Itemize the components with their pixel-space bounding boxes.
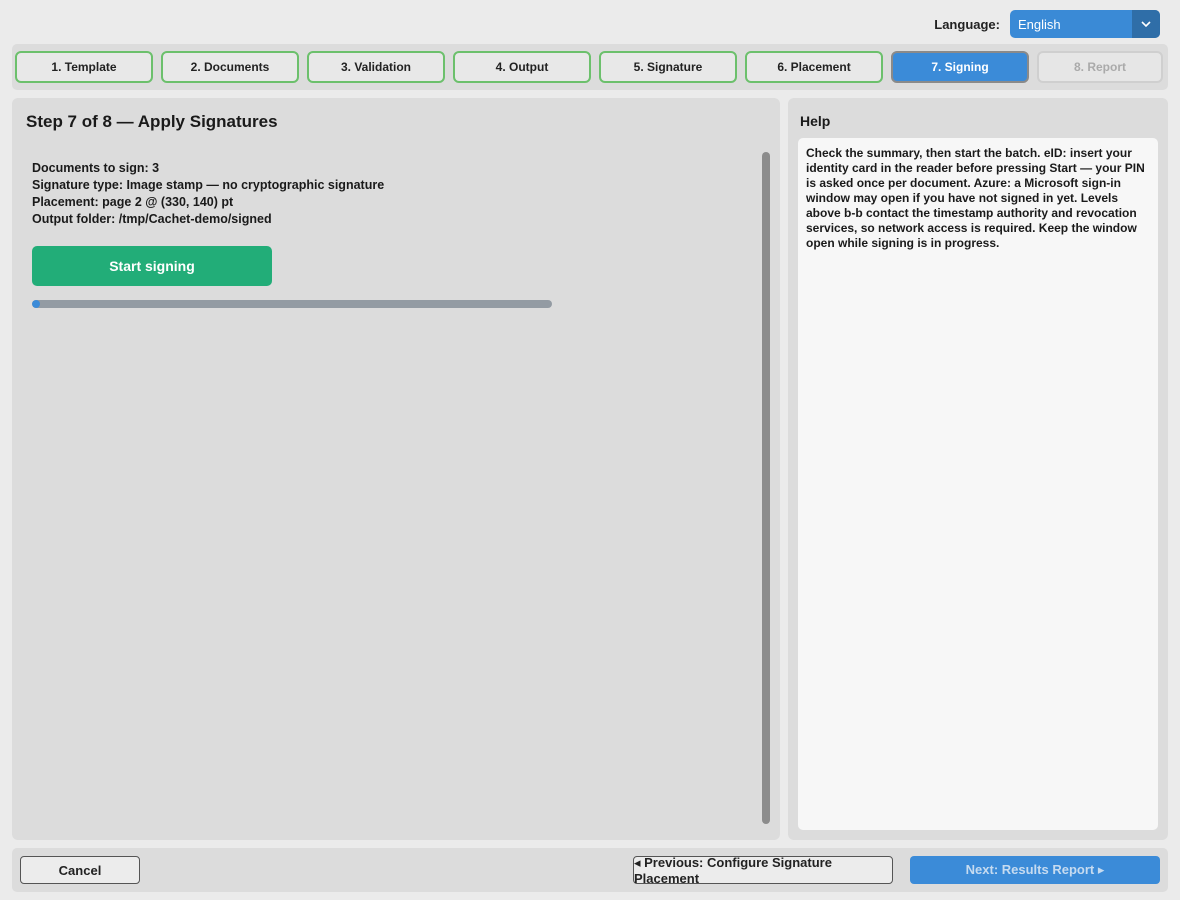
main-scrollbar[interactable] <box>762 152 770 824</box>
main-panel: Step 7 of 8 — Apply Signatures Documents… <box>12 98 780 840</box>
summary-placement: Placement: page 2 @ (330, 140) pt <box>32 195 234 209</box>
previous-button[interactable]: ◂ Previous: Configure Signature Placemen… <box>633 855 893 886</box>
help-bold-azure: Azure <box>973 176 1007 190</box>
language-select[interactable]: English <box>1010 10 1160 38</box>
step-tab-placement[interactable]: 6. Placement <box>745 51 883 83</box>
language-row: Language: English <box>934 10 1160 38</box>
step-tab-signature[interactable]: 5. Signature <box>599 51 737 83</box>
step-tab-output[interactable]: 4. Output <box>453 51 591 83</box>
help-text: Check the summary, then start the batch.… <box>798 138 1158 830</box>
page-title: Step 7 of 8 — Apply Signatures <box>26 112 278 131</box>
signing-summary: Documents to sign: 3 Signature type: Ima… <box>32 160 384 228</box>
summary-signature-type: Signature type: Image stamp — no cryptog… <box>32 178 385 192</box>
step-tab-template[interactable]: 1. Template <box>15 51 153 83</box>
help-panel: Help Check the summary, then start the b… <box>788 98 1168 840</box>
step-tab-signing[interactable]: 7. Signing <box>891 51 1029 83</box>
chevron-down-icon[interactable] <box>1132 10 1160 38</box>
signing-progress-bar <box>32 300 552 308</box>
footer-bar: Cancel ◂ Previous: Configure Signature P… <box>12 848 1168 892</box>
summary-documents: Documents to sign: 3 <box>32 161 160 175</box>
help-text-1: Check the summary, then start the batch. <box>806 146 1044 160</box>
next-button: Next: Results Report ▸ <box>910 856 1160 884</box>
cancel-button[interactable]: Cancel <box>20 856 140 884</box>
help-bold-eid: eID <box>1043 146 1063 160</box>
help-title: Help <box>800 113 831 129</box>
step-tab-documents[interactable]: 2. Documents <box>161 51 299 83</box>
language-value: English <box>1018 16 1061 32</box>
language-label: Language: <box>934 16 1000 32</box>
summary-output-folder: Output folder: /tmp/Cachet-demo/signed <box>32 212 272 226</box>
progress-fill <box>32 300 40 308</box>
step-tab-report: 8. Report <box>1037 51 1163 83</box>
start-signing-button[interactable]: Start signing <box>32 246 272 286</box>
step-tab-validation[interactable]: 3. Validation <box>307 51 445 83</box>
wizard-steps: 1. Template 2. Documents 3. Validation 4… <box>12 44 1168 90</box>
